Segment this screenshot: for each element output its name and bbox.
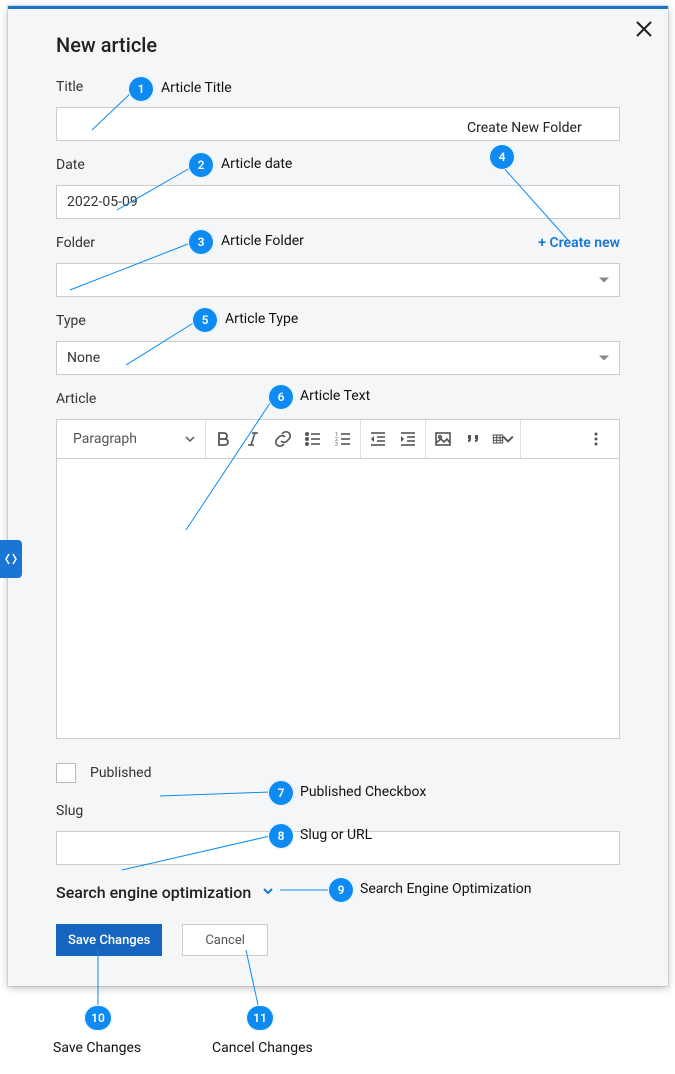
create-new-folder-link[interactable]: + Create new bbox=[538, 235, 620, 251]
more-icon[interactable] bbox=[585, 428, 607, 450]
svg-text:3: 3 bbox=[335, 442, 338, 448]
field-slug: Slug bbox=[56, 801, 620, 865]
published-label: Published bbox=[90, 765, 151, 781]
anno-badge-10: 10 bbox=[84, 1005, 112, 1031]
anno-create-folder-tip: Create New Folder bbox=[467, 120, 582, 136]
editor-toolbar: Paragraph 123 bbox=[56, 419, 620, 459]
type-select[interactable]: None bbox=[56, 341, 620, 375]
slug-input[interactable] bbox=[56, 831, 620, 865]
folder-label: Folder bbox=[56, 235, 95, 251]
link-icon[interactable] bbox=[272, 428, 294, 450]
field-type: Type None bbox=[56, 311, 620, 375]
anno-label-11: Cancel Changes bbox=[212, 1040, 313, 1056]
side-drawer-handle[interactable] bbox=[0, 540, 22, 578]
anno-badge-11: 11 bbox=[246, 1005, 274, 1031]
chevron-down-icon bbox=[599, 356, 609, 361]
paragraph-dropdown[interactable]: Paragraph bbox=[69, 431, 199, 447]
close-button[interactable] bbox=[634, 19, 654, 43]
field-folder: Folder + Create new bbox=[56, 233, 620, 297]
action-row: Save Changes Cancel bbox=[56, 924, 620, 956]
field-published: Published bbox=[56, 763, 620, 783]
title-label: Title bbox=[56, 79, 83, 95]
slug-label: Slug bbox=[56, 803, 83, 819]
folder-select[interactable] bbox=[56, 263, 620, 297]
seo-label: Search engine optimization bbox=[56, 883, 251, 902]
date-input[interactable] bbox=[56, 185, 620, 219]
new-article-modal: New article Title Date Folder + Create n… bbox=[8, 6, 668, 986]
rich-text-editor: Paragraph 123 bbox=[56, 419, 620, 739]
editor-body[interactable] bbox=[56, 459, 620, 739]
type-value: None bbox=[67, 350, 100, 366]
chevron-down-icon bbox=[261, 883, 275, 902]
image-icon[interactable] bbox=[432, 428, 454, 450]
save-button[interactable]: Save Changes bbox=[56, 924, 162, 956]
table-icon[interactable] bbox=[492, 428, 514, 450]
date-label: Date bbox=[56, 157, 85, 173]
published-checkbox[interactable] bbox=[56, 763, 76, 783]
outdent-icon[interactable] bbox=[367, 428, 389, 450]
article-label: Article bbox=[56, 391, 96, 407]
cancel-button[interactable]: Cancel bbox=[182, 924, 268, 956]
type-label: Type bbox=[56, 313, 86, 329]
modal-title: New article bbox=[56, 33, 620, 57]
bold-icon[interactable] bbox=[212, 428, 234, 450]
number-list-icon[interactable]: 123 bbox=[332, 428, 354, 450]
seo-toggle[interactable]: Search engine optimization bbox=[56, 883, 620, 902]
chevron-down-icon bbox=[599, 278, 609, 283]
indent-icon[interactable] bbox=[397, 428, 419, 450]
bullet-list-icon[interactable] bbox=[302, 428, 324, 450]
quote-icon[interactable] bbox=[462, 428, 484, 450]
field-date: Date bbox=[56, 155, 620, 219]
italic-icon[interactable] bbox=[242, 428, 264, 450]
field-article: Article Paragraph 123 bbox=[56, 389, 620, 739]
anno-label-10: Save Changes bbox=[53, 1040, 141, 1056]
